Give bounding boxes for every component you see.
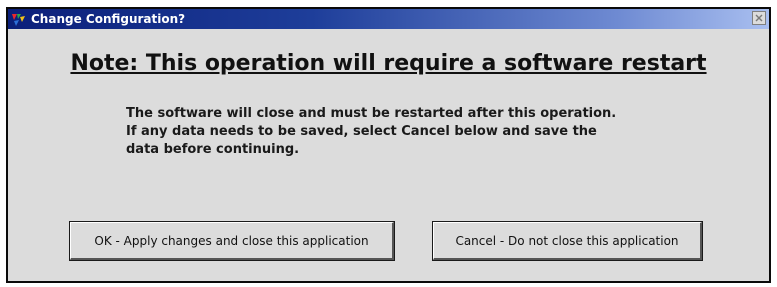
message-line: data before continuing. [126, 142, 300, 157]
title-bar[interactable]: Change Configuration? [8, 9, 769, 29]
message-line: If any data needs to be saved, select Ca… [126, 124, 597, 139]
change-configuration-dialog: Change Configuration? Note: This operati… [6, 7, 771, 283]
message-line: The software will close and must be rest… [126, 106, 617, 121]
ok-apply-button[interactable]: OK - Apply changes and close this applic… [70, 222, 394, 260]
app-icon [11, 12, 27, 26]
close-button[interactable] [752, 11, 766, 25]
cancel-button[interactable]: Cancel - Do not close this application [433, 222, 702, 260]
warning-heading: Note: This operation will require a soft… [70, 51, 707, 76]
window-title: Change Configuration? [31, 12, 186, 26]
dialog-body: Note: This operation will require a soft… [8, 29, 769, 281]
close-icon [755, 14, 763, 22]
dialog-message: The software will close and must be rest… [126, 105, 716, 159]
